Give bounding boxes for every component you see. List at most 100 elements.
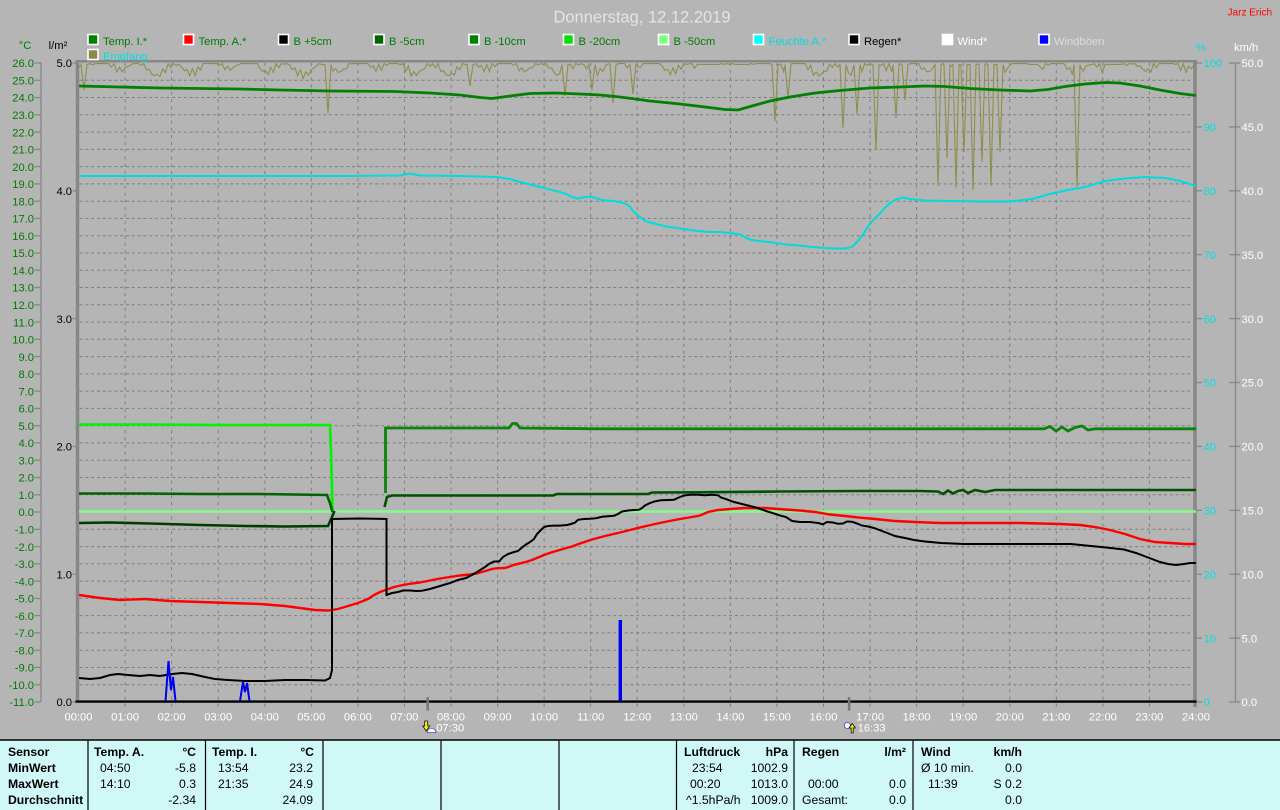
svg-text:70: 70 xyxy=(1204,250,1216,262)
svg-text:20.0: 20.0 xyxy=(1242,442,1264,454)
svg-text:17.0: 17.0 xyxy=(12,214,34,226)
svg-text:MinWert: MinWert xyxy=(8,761,56,775)
svg-text:16:00: 16:00 xyxy=(810,712,838,724)
svg-text:24.0: 24.0 xyxy=(12,93,34,105)
svg-text:100: 100 xyxy=(1204,58,1223,70)
svg-text:^1.5hPa/h: ^1.5hPa/h xyxy=(686,793,741,807)
svg-text:-2.0: -2.0 xyxy=(15,542,34,554)
svg-text:-9.0: -9.0 xyxy=(15,663,34,675)
svg-text:5.0: 5.0 xyxy=(56,58,72,70)
svg-text:0.0: 0.0 xyxy=(1005,793,1022,807)
svg-text:3.0: 3.0 xyxy=(56,314,72,326)
svg-text:%: % xyxy=(1196,42,1206,54)
svg-text:Windböen: Windböen xyxy=(1054,36,1104,48)
svg-text:Jarz Erich: Jarz Erich xyxy=(1228,8,1272,19)
svg-text:l/m²: l/m² xyxy=(884,745,906,759)
svg-text:6.0: 6.0 xyxy=(18,404,34,416)
svg-text:19.0: 19.0 xyxy=(12,179,34,191)
svg-text:10: 10 xyxy=(1204,633,1216,645)
svg-text:Donnerstag, 12.12.2019: Donnerstag, 12.12.2019 xyxy=(553,9,730,27)
svg-text:22:00: 22:00 xyxy=(1089,712,1117,724)
svg-text:15.0: 15.0 xyxy=(12,248,34,260)
svg-text:00:20: 00:20 xyxy=(690,777,721,791)
svg-text:5.0: 5.0 xyxy=(1242,633,1258,645)
svg-text:12.0: 12.0 xyxy=(12,300,34,312)
svg-text:60: 60 xyxy=(1204,314,1216,326)
svg-text:15:00: 15:00 xyxy=(763,712,791,724)
svg-text:21:00: 21:00 xyxy=(1042,712,1070,724)
svg-text:1013.0: 1013.0 xyxy=(751,777,788,791)
svg-text:Sensor: Sensor xyxy=(8,745,50,759)
svg-text:25.0: 25.0 xyxy=(12,76,34,88)
svg-text:Feuchte A.*: Feuchte A.* xyxy=(769,36,827,48)
svg-text:25.0: 25.0 xyxy=(1242,378,1264,390)
svg-text:14:10: 14:10 xyxy=(100,777,131,791)
svg-text:2.0: 2.0 xyxy=(18,473,34,485)
svg-text:11:39: 11:39 xyxy=(928,777,958,791)
svg-text:0.0: 0.0 xyxy=(1005,761,1022,775)
svg-text:19:00: 19:00 xyxy=(949,712,977,724)
svg-text:km/h: km/h xyxy=(1234,42,1258,54)
svg-text:-1.0: -1.0 xyxy=(15,525,34,537)
svg-text:9.0: 9.0 xyxy=(18,352,34,364)
svg-text:-6.0: -6.0 xyxy=(15,611,34,623)
svg-text:Regen: Regen xyxy=(802,745,839,759)
svg-text:00:00: 00:00 xyxy=(65,712,93,724)
svg-text:14:00: 14:00 xyxy=(716,712,744,724)
svg-text:km/h: km/h xyxy=(994,745,1022,759)
svg-text:5.0: 5.0 xyxy=(18,421,34,433)
svg-text:50.0: 50.0 xyxy=(1242,58,1264,70)
svg-text:B +5cm: B +5cm xyxy=(294,36,332,48)
svg-text:13:54: 13:54 xyxy=(218,761,249,775)
svg-text:Temp. A.: Temp. A. xyxy=(94,745,144,759)
svg-text:Gesamt:: Gesamt: xyxy=(802,793,848,807)
svg-text:45.0: 45.0 xyxy=(1242,122,1264,134)
svg-text:02:00: 02:00 xyxy=(158,712,186,724)
svg-text:B -5cm: B -5cm xyxy=(389,36,424,48)
svg-text:0.0: 0.0 xyxy=(18,507,34,519)
svg-text:3.0: 3.0 xyxy=(18,455,34,467)
svg-text:22.0: 22.0 xyxy=(12,127,34,139)
svg-text:1002.9: 1002.9 xyxy=(751,761,788,775)
svg-text:35.0: 35.0 xyxy=(1242,250,1264,262)
svg-text:MaxWert: MaxWert xyxy=(8,777,59,791)
svg-text:0.0: 0.0 xyxy=(1242,697,1258,709)
svg-text:-4.0: -4.0 xyxy=(15,576,34,588)
svg-text:2.0: 2.0 xyxy=(56,442,72,454)
svg-text:90: 90 xyxy=(1204,122,1216,134)
svg-text:18:00: 18:00 xyxy=(903,712,931,724)
svg-text:-10.0: -10.0 xyxy=(9,680,35,692)
svg-text:-8.0: -8.0 xyxy=(15,645,34,657)
svg-text:10.0: 10.0 xyxy=(12,335,34,347)
svg-text:07:00: 07:00 xyxy=(390,712,418,724)
svg-text:13:00: 13:00 xyxy=(670,712,698,724)
svg-text:8.0: 8.0 xyxy=(18,369,34,381)
svg-text:°C: °C xyxy=(300,745,314,759)
svg-text:26.0: 26.0 xyxy=(12,58,34,70)
svg-text:Temp. I.*: Temp. I.* xyxy=(103,36,148,48)
svg-text:06:00: 06:00 xyxy=(344,712,372,724)
svg-text:-3.0: -3.0 xyxy=(15,559,34,571)
svg-text:S 0.2: S 0.2 xyxy=(994,777,1023,791)
svg-text:l/m²: l/m² xyxy=(49,40,68,52)
svg-text:00:00: 00:00 xyxy=(808,777,839,791)
svg-text:hPa: hPa xyxy=(766,745,789,759)
svg-text:23:54: 23:54 xyxy=(692,761,723,775)
svg-text:Ø 10 min.: Ø 10 min. xyxy=(921,761,974,775)
svg-text:20: 20 xyxy=(1204,569,1216,581)
svg-text:24.9: 24.9 xyxy=(289,777,313,791)
svg-text:0: 0 xyxy=(1204,697,1210,709)
svg-text:04:50: 04:50 xyxy=(100,761,131,775)
svg-text:20:00: 20:00 xyxy=(996,712,1024,724)
svg-text:24.09: 24.09 xyxy=(283,793,314,807)
svg-text:Durchschnitt: Durchschnitt xyxy=(8,793,83,807)
svg-text:80: 80 xyxy=(1204,186,1216,198)
svg-text:23.2: 23.2 xyxy=(289,761,313,775)
svg-text:7.0: 7.0 xyxy=(18,386,34,398)
svg-text:30: 30 xyxy=(1204,506,1216,518)
svg-text:Wind: Wind xyxy=(921,745,951,759)
svg-text:20.0: 20.0 xyxy=(12,162,34,174)
svg-text:°C: °C xyxy=(182,745,196,759)
svg-text:1.0: 1.0 xyxy=(18,490,34,502)
svg-text:30.0: 30.0 xyxy=(1242,314,1264,326)
